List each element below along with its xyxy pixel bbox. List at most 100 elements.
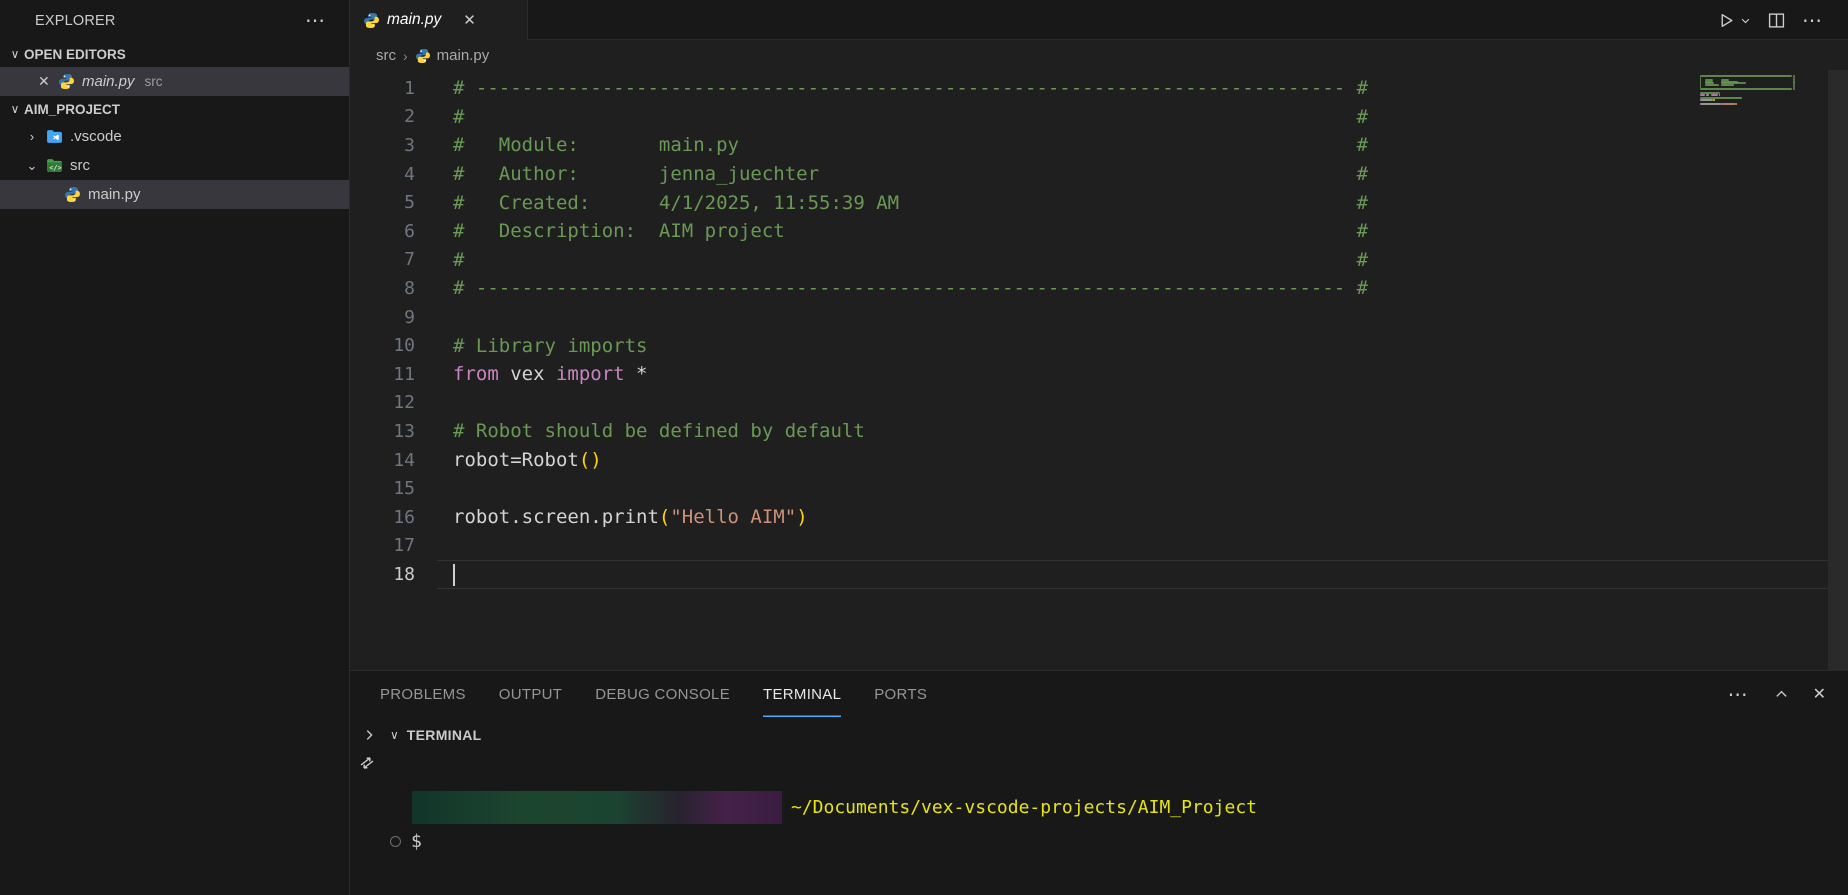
code-line-content bbox=[437, 532, 1828, 561]
line-number[interactable]: 16 bbox=[350, 507, 437, 528]
src-folder-icon: </> bbox=[46, 157, 63, 174]
line-number[interactable]: 4 bbox=[350, 164, 437, 185]
line-number[interactable]: 10 bbox=[350, 335, 437, 356]
line-number[interactable]: 7 bbox=[350, 249, 437, 270]
chevron-down-icon: ⌄ bbox=[24, 158, 40, 174]
command-decoration-icon bbox=[390, 836, 401, 847]
terminal-prompt-row[interactable]: $ bbox=[390, 829, 422, 853]
code-line[interactable]: 12 bbox=[350, 389, 1848, 418]
breadcrumb-folder[interactable]: src bbox=[376, 47, 396, 64]
panel-tab-terminal[interactable]: TERMINAL bbox=[763, 671, 841, 717]
project-header[interactable]: ∨ AIM_PROJECT bbox=[0, 96, 349, 122]
code-line[interactable]: 3# Module: main.py# bbox=[350, 131, 1848, 160]
line-number[interactable]: 8 bbox=[350, 278, 437, 299]
line-number[interactable]: 9 bbox=[350, 307, 437, 328]
code-line-content: # Description: AIM project# bbox=[437, 217, 1828, 246]
code-line[interactable]: 5# Created: 4/1/2025, 11:55:39 AM# bbox=[350, 188, 1848, 217]
code-line[interactable]: 13# Robot should be defined by default bbox=[350, 417, 1848, 446]
code-line[interactable]: 14robot=Robot() bbox=[350, 446, 1848, 475]
code-line[interactable]: 16robot.screen.print("Hello AIM") bbox=[350, 503, 1848, 532]
editor-scrollbar[interactable] bbox=[1828, 70, 1848, 670]
chevron-up-icon[interactable] bbox=[1774, 687, 1789, 702]
tab-mainpy[interactable]: main.py ✕ bbox=[350, 0, 528, 40]
terminal-switch-icon[interactable] bbox=[357, 753, 377, 773]
code-line[interactable]: 7## bbox=[350, 246, 1848, 275]
panel-more-icon[interactable]: ⋯ bbox=[1728, 682, 1750, 707]
code-line[interactable]: 6# Description: AIM project# bbox=[350, 217, 1848, 246]
code-editor[interactable]: 1# -------------------------------------… bbox=[350, 70, 1848, 670]
line-number[interactable]: 18 bbox=[350, 564, 437, 585]
line-number[interactable]: 11 bbox=[350, 364, 437, 385]
line-number[interactable]: 5 bbox=[350, 192, 437, 213]
code-line-content: # Created: 4/1/2025, 11:55:39 AM# bbox=[437, 188, 1828, 217]
line-number[interactable]: 17 bbox=[350, 535, 437, 556]
panel-close-icon[interactable]: ✕ bbox=[1813, 684, 1826, 704]
chevron-right-icon[interactable] bbox=[362, 728, 376, 742]
line-number[interactable]: 13 bbox=[350, 421, 437, 442]
project-label: AIM_PROJECT bbox=[24, 102, 120, 117]
vscode-folder-icon bbox=[46, 128, 63, 145]
code-line[interactable]: 17 bbox=[350, 532, 1848, 561]
line-number[interactable]: 12 bbox=[350, 392, 437, 413]
terminal-section-header: ∨ TERMINAL bbox=[350, 721, 482, 749]
code-line[interactable]: 18 bbox=[350, 560, 1848, 589]
split-editor-button[interactable] bbox=[1768, 12, 1785, 29]
breadcrumb-file[interactable]: main.py bbox=[437, 47, 490, 64]
code-line[interactable]: 10# Library imports bbox=[350, 331, 1848, 360]
tree-item-label: src bbox=[70, 157, 90, 174]
code-line[interactable]: 4# Author: jenna_juechter# bbox=[350, 160, 1848, 189]
line-number[interactable]: 6 bbox=[350, 221, 437, 242]
panel-tab-problems[interactable]: PROBLEMS bbox=[380, 671, 466, 717]
tab-bar: main.py ✕ ⋯ bbox=[350, 0, 1848, 40]
chevron-down-icon[interactable]: ∨ bbox=[390, 728, 399, 742]
code-line[interactable]: 9 bbox=[350, 303, 1848, 332]
code-line-content: # Module: main.py# bbox=[437, 131, 1828, 160]
text-cursor bbox=[453, 564, 455, 586]
code-line-content: robot.screen.print("Hello AIM") bbox=[437, 503, 1828, 532]
line-number[interactable]: 2 bbox=[350, 106, 437, 127]
minimap[interactable] bbox=[1700, 75, 1795, 115]
panel-tab-ports[interactable]: PORTS bbox=[874, 671, 927, 717]
explorer-more-icon[interactable]: ⋯ bbox=[305, 8, 327, 33]
terminal-section-label[interactable]: TERMINAL bbox=[407, 727, 482, 743]
code-line-content: # --------------------------------------… bbox=[437, 74, 1828, 103]
svg-text:</>: </> bbox=[49, 164, 61, 172]
code-line-content: ## bbox=[437, 103, 1828, 132]
chevron-right-icon: › bbox=[24, 129, 40, 144]
tree-item-mainpy[interactable]: main.py bbox=[0, 180, 349, 209]
code-line[interactable]: 15 bbox=[350, 474, 1848, 503]
more-actions-icon[interactable]: ⋯ bbox=[1802, 8, 1824, 33]
line-number[interactable]: 15 bbox=[350, 478, 437, 499]
code-line[interactable]: 11from vex import * bbox=[350, 360, 1848, 389]
explorer-title: EXPLORER bbox=[35, 13, 116, 29]
tree-item-src-folder[interactable]: ⌄ </> src bbox=[0, 151, 349, 180]
close-icon[interactable]: ✕ bbox=[38, 73, 58, 90]
open-editor-item-mainpy[interactable]: ✕ main.py src bbox=[0, 67, 349, 96]
line-number[interactable]: 1 bbox=[350, 78, 437, 99]
open-editors-label: OPEN EDITORS bbox=[24, 47, 126, 62]
chevron-right-icon: › bbox=[403, 48, 408, 64]
terminal-banner-gradient bbox=[412, 791, 782, 824]
close-icon[interactable]: ✕ bbox=[463, 11, 476, 29]
run-button[interactable] bbox=[1718, 12, 1751, 29]
code-line-content: # Author: jenna_juechter# bbox=[437, 160, 1828, 189]
tree-item-label: main.py bbox=[88, 186, 141, 203]
code-line[interactable]: 2## bbox=[350, 103, 1848, 132]
code-line[interactable]: 8# -------------------------------------… bbox=[350, 274, 1848, 303]
open-editors-header[interactable]: ∨ OPEN EDITORS bbox=[0, 41, 349, 67]
code-line[interactable]: 1# -------------------------------------… bbox=[350, 74, 1848, 103]
line-number[interactable]: 14 bbox=[350, 450, 437, 471]
tree-item-vscode-folder[interactable]: › .vscode bbox=[0, 122, 349, 151]
panel-tab-output[interactable]: OUTPUT bbox=[499, 671, 562, 717]
explorer-title-row: EXPLORER ⋯ bbox=[0, 0, 349, 41]
panel-tab-debug-console[interactable]: DEBUG CONSOLE bbox=[595, 671, 730, 717]
open-editor-file-detail: src bbox=[145, 74, 163, 89]
python-icon bbox=[64, 186, 81, 203]
line-number[interactable]: 3 bbox=[350, 135, 437, 156]
code-line-content bbox=[437, 389, 1828, 418]
code-line-content: from vex import * bbox=[437, 360, 1828, 389]
chevron-down-icon: ∨ bbox=[6, 47, 24, 61]
chevron-down-icon bbox=[1740, 15, 1751, 26]
panel-tab-bar: PROBLEMS OUTPUT DEBUG CONSOLE TERMINAL PORTS bbox=[350, 671, 1848, 717]
code-line-content bbox=[437, 560, 1828, 589]
